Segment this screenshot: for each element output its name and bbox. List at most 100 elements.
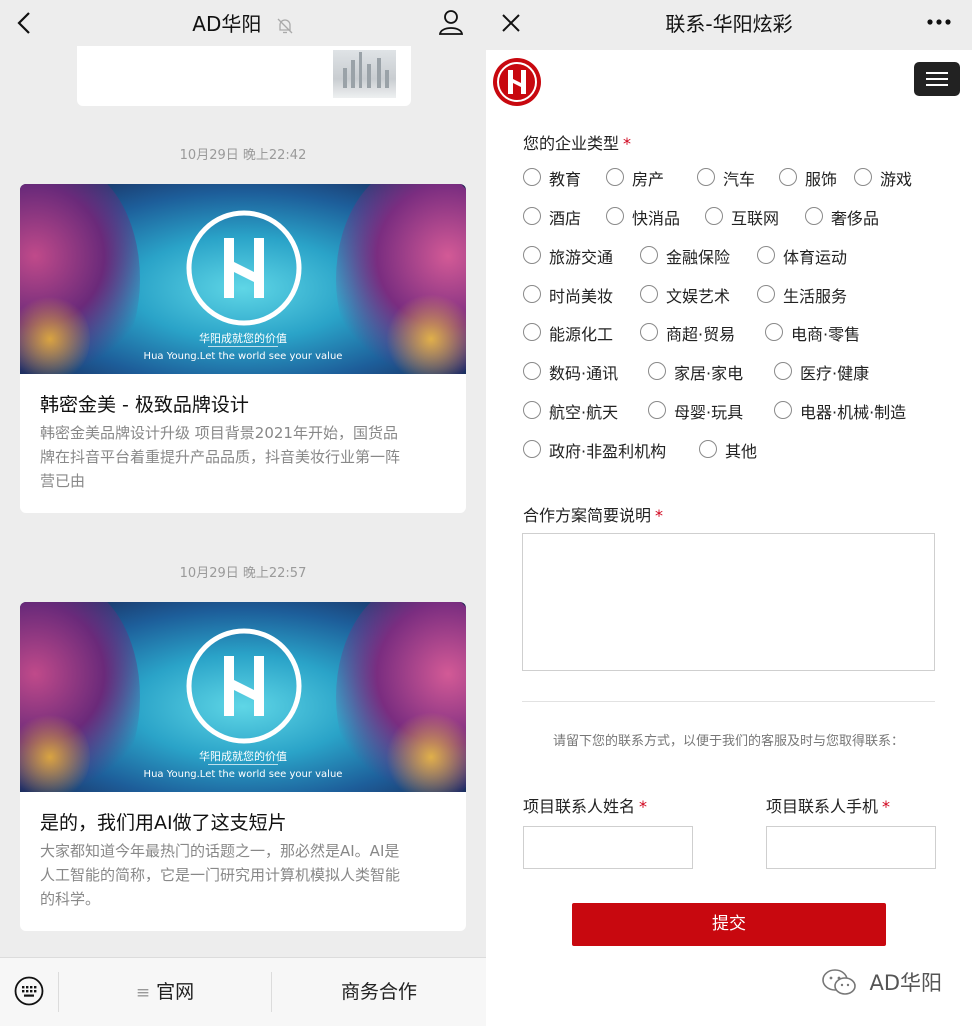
radio-button[interactable] [705, 207, 723, 225]
banner-slogan-cn: 华阳成就您的价值 [199, 750, 287, 763]
radio-button[interactable] [523, 362, 541, 380]
banner-slogan-en: Hua Young.Let the world see your value [143, 769, 343, 780]
more-options-icon[interactable] [926, 18, 952, 26]
keyboard-icon[interactable] [14, 976, 44, 1006]
option-label: 家居·家电 [674, 364, 744, 383]
radio-button[interactable] [648, 401, 666, 419]
message-timestamp: 10月29日 晚上22:57 [179, 566, 307, 581]
radio-button[interactable] [523, 285, 541, 303]
radio-button[interactable] [523, 323, 541, 341]
menu-item-label: 官网 [156, 981, 195, 1003]
contact-form-panel: 联系-华阳炫彩 您的企业类型 * 教育 房产 汽车 服饰 游戏 酒店 快消品 互联网 奢侈品 旅游交… [486, 0, 972, 1026]
option-label: 生活服务 [783, 287, 848, 306]
radio-button[interactable] [523, 246, 541, 264]
article-banner: 华阳成就您的价值 Hua Young.Let the world see you… [20, 602, 466, 792]
message-timestamp: 10月29日 晚上22:42 [179, 148, 307, 163]
contact-phone-label: 项目联系人手机 * [766, 797, 891, 816]
radio-button[interactable] [648, 362, 666, 380]
menu-item-label: 商务合作 [340, 981, 417, 1003]
radio-button[interactable] [805, 207, 823, 225]
option-label: 教育 [549, 170, 582, 189]
business-type-option[interactable]: 政府·非盈利机构 [523, 438, 666, 462]
radio-button[interactable] [606, 168, 624, 186]
radio-button[interactable] [757, 285, 775, 303]
business-type-option[interactable]: 电商·零售 [765, 321, 905, 345]
business-type-option[interactable]: 其他 [699, 438, 839, 462]
article-description: 大家都知道今年最热门的话题之一，那必然是AI。AI是 人工智能的简称，它是一门研… [40, 842, 401, 908]
article-card[interactable]: 华阳成就您的价值 Hua Young.Let the world see you… [20, 184, 466, 513]
business-type-option[interactable]: 生活服务 [757, 283, 897, 307]
wechat-icon [821, 969, 856, 995]
wechat-watermark: AD华阳 [821, 967, 942, 999]
plan-label: 合作方案简要说明 * [523, 506, 664, 525]
business-type-option[interactable]: 医疗·健康 [774, 360, 914, 384]
nav-menu-button[interactable] [914, 62, 960, 96]
business-type-option[interactable]: 母婴·玩具 [648, 399, 788, 423]
radio-button[interactable] [854, 168, 872, 186]
business-type-option[interactable]: 电器·机械·制造 [774, 399, 914, 423]
submit-button[interactable]: 提交 [572, 903, 886, 946]
chat-bottom-menu: ≡ 官网 商务合作 [0, 957, 486, 1026]
chat-title: AD华阳 [192, 12, 262, 36]
article-title: 韩密金美 - 极致品牌设计 [40, 394, 249, 416]
profile-icon[interactable] [438, 8, 464, 36]
chat-panel: AD华阳 10月29日 晚上22:42 华阳成就您的价值 Hua Young.L… [0, 0, 486, 1026]
page-title: 联系-华阳炫彩 [665, 12, 793, 36]
business-type-option[interactable]: 商超·贸易 [640, 321, 780, 345]
business-type-option[interactable]: 数码·通讯 [523, 360, 663, 384]
business-type-option[interactable]: 家居·家电 [648, 360, 788, 384]
radio-button[interactable] [523, 440, 541, 458]
option-label: 体育运动 [783, 248, 848, 267]
article-title: 是的，我们用AI做了这支短片 [40, 812, 287, 834]
contact-phone-input[interactable] [766, 826, 936, 869]
option-label: 电器·机械·制造 [800, 403, 907, 422]
radio-button[interactable] [774, 362, 792, 380]
banner-slogan-cn: 华阳成就您的价值 [199, 332, 287, 345]
contact-name-input[interactable] [523, 826, 693, 869]
option-label: 金融保险 [666, 248, 731, 267]
option-label: 电商·零售 [791, 325, 861, 344]
brand-logo-icon[interactable] [492, 57, 542, 107]
huayang-logo-icon [186, 210, 302, 326]
article-card[interactable]: 华阳成就您的价值 Hua Young.Let the world see you… [20, 602, 466, 931]
radio-button[interactable] [765, 323, 783, 341]
menu-item-website[interactable]: ≡ 官网 [59, 958, 271, 1026]
chat-header: AD华阳 [0, 0, 486, 46]
plan-textarea[interactable] [522, 533, 935, 671]
previous-article-card[interactable] [77, 46, 411, 106]
bell-muted-icon [277, 18, 293, 33]
option-label: 数码·通讯 [549, 364, 619, 383]
article-description: 韩密金美品牌设计升级 项目背景2021年开始，国货品 牌在抖音平台着重提升产品品… [40, 424, 401, 490]
radio-button[interactable] [697, 168, 715, 186]
radio-button[interactable] [606, 207, 624, 225]
option-label: 酒店 [549, 209, 582, 228]
radio-button[interactable] [523, 168, 541, 186]
radio-button[interactable] [774, 401, 792, 419]
radio-button[interactable] [523, 401, 541, 419]
radio-button[interactable] [640, 323, 658, 341]
radio-button[interactable] [640, 246, 658, 264]
option-label: 能源化工 [549, 325, 614, 344]
banner-slogan-en: Hua Young.Let the world see your value [143, 351, 343, 362]
option-label: 旅游交通 [549, 248, 614, 267]
radio-button[interactable] [779, 168, 797, 186]
option-label: 其他 [725, 442, 758, 461]
radio-button[interactable] [523, 207, 541, 225]
option-label: 商超·贸易 [666, 325, 736, 344]
menu-item-business[interactable]: 商务合作 [272, 958, 486, 1026]
radio-button[interactable] [640, 285, 658, 303]
menu-list-icon: ≡ [135, 983, 151, 1003]
business-type-option[interactable]: 体育运动 [757, 244, 897, 268]
article-banner: 华阳成就您的价值 Hua Young.Let the world see you… [20, 184, 466, 374]
option-label: 母婴·玩具 [674, 403, 744, 422]
article-thumbnail [333, 50, 396, 98]
radio-button[interactable] [757, 246, 775, 264]
option-label: 奢侈品 [831, 209, 880, 228]
business-type-option[interactable]: 航空·航天 [523, 399, 663, 423]
option-label: 快消品 [632, 209, 681, 228]
contact-name-label: 项目联系人姓名 * [523, 797, 648, 816]
business-type-option[interactable]: 奢侈品 [805, 205, 945, 229]
radio-button[interactable] [699, 440, 717, 458]
option-label: 文娱艺术 [666, 287, 731, 306]
business-type-option[interactable]: 游戏 [854, 166, 972, 190]
